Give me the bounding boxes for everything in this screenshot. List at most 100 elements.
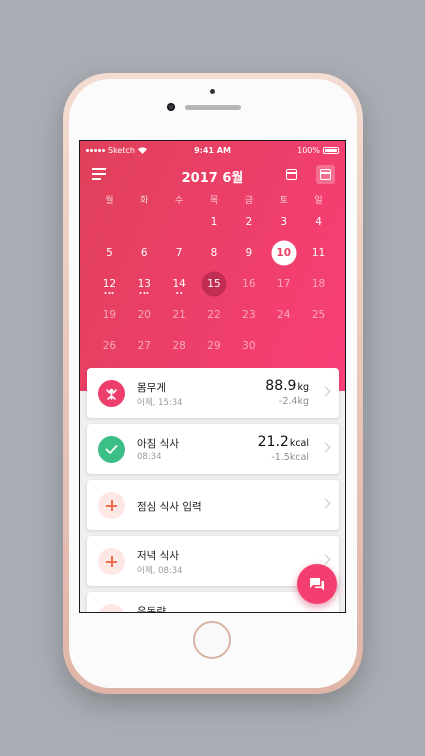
dinner-label: 저녁 식사 bbox=[137, 550, 179, 562]
plus-icon bbox=[98, 548, 125, 575]
calendar-day[interactable]: 16 bbox=[231, 268, 266, 299]
calendar-empty-cell bbox=[162, 206, 197, 237]
calendar-day[interactable]: 26 bbox=[92, 330, 127, 361]
weight-label: 몸무게 bbox=[137, 382, 166, 394]
calendar-days: 1 2 3 4 5 6 7 8 9 10 11 12 13 14 15 16 17 18 19 20 21 22 23 24 2… bbox=[92, 206, 336, 361]
calendar-day[interactable]: 30 bbox=[231, 330, 266, 361]
entry-marker-dot bbox=[176, 292, 179, 294]
calendar-day[interactable]: 5 bbox=[92, 237, 127, 268]
status-bar: Sketch 9:41 AM 100% bbox=[80, 141, 345, 161]
calendar-day[interactable]: 22 bbox=[197, 299, 232, 330]
calendar-day[interactable]: 18 bbox=[301, 268, 336, 299]
calendar-header: 2017 6월 bbox=[80, 163, 345, 187]
calendar-day[interactable]: 23 bbox=[231, 299, 266, 330]
chevron-right-icon bbox=[320, 498, 331, 509]
single-day-view-icon[interactable] bbox=[283, 166, 300, 183]
breakfast-label: 아침 식사 bbox=[137, 438, 179, 450]
lunch-label: 점심 식사 입력 bbox=[137, 501, 202, 513]
calendar-panel: Sketch 9:41 AM 100% 2017 6월 월화수목금토일 1234… bbox=[80, 141, 345, 391]
calendar-day[interactable]: 13 bbox=[127, 268, 162, 299]
weight-number: 88.9 bbox=[265, 378, 297, 394]
calendar-empty-cell bbox=[127, 206, 162, 237]
lunch-card[interactable]: 점심 식사 입력 bbox=[87, 480, 339, 530]
weekday-label: 수 bbox=[174, 196, 184, 206]
calendar-day[interactable]: 28 bbox=[162, 330, 197, 361]
calendar-day-number: 2 bbox=[245, 215, 253, 228]
calendar-day-number: 26 bbox=[102, 339, 117, 352]
plus-icon bbox=[98, 604, 125, 612]
calendar-day-number: 27 bbox=[137, 339, 151, 352]
app-screen: Sketch 9:41 AM 100% 2017 6월 월화수목금토일 1234… bbox=[79, 140, 346, 613]
calendar-day[interactable]: 20 bbox=[127, 299, 162, 330]
calendar-day[interactable]: 14 bbox=[162, 268, 197, 299]
calendar-day-number: 6 bbox=[140, 246, 148, 259]
calendar-day-number: 25 bbox=[311, 308, 326, 321]
calendar-day-number: 5 bbox=[106, 246, 113, 259]
entry-marker-dot bbox=[139, 292, 142, 294]
scale-icon bbox=[98, 380, 125, 407]
chevron-right-icon bbox=[320, 554, 331, 565]
calendar-day-number: 3 bbox=[280, 215, 288, 228]
calendar-day-number: 21 bbox=[172, 308, 186, 321]
weight-delta: -2.4kg bbox=[278, 396, 309, 407]
breakfast-card[interactable]: 아침 식사 08:34 21.2kcal -1.5kcal bbox=[87, 424, 339, 474]
check-icon bbox=[98, 436, 125, 463]
calendar-day-number: 8 bbox=[210, 246, 218, 259]
calendar-day-number: 24 bbox=[277, 308, 291, 321]
calendar-day-number: 1 bbox=[210, 215, 218, 228]
breakfast-unit: kcal bbox=[289, 438, 309, 449]
calendar-day[interactable]: 17 bbox=[266, 268, 301, 299]
calendar-day[interactable]: 6 bbox=[127, 237, 162, 268]
weekday-label: 화 bbox=[140, 196, 149, 206]
calendar-day-number: 23 bbox=[242, 308, 256, 321]
battery-percent: 100% bbox=[297, 146, 320, 155]
entry-markers bbox=[104, 292, 114, 294]
calendar-day-number: 17 bbox=[277, 277, 291, 290]
status-right: 100% bbox=[297, 146, 339, 155]
weight-value: 88.9kg bbox=[265, 378, 309, 394]
month-view-icon[interactable] bbox=[316, 165, 335, 184]
weekday-label: 토 bbox=[279, 196, 288, 206]
entry-marker-dot bbox=[143, 292, 146, 294]
calendar-day[interactable]: 8 bbox=[197, 237, 232, 268]
front-camera bbox=[167, 103, 175, 111]
entry-marker-dot bbox=[146, 292, 149, 294]
calendar-day[interactable]: 21 bbox=[162, 299, 197, 330]
calendar-day-number: 16 bbox=[242, 277, 256, 290]
weight-card[interactable]: 몸무게 어제, 15:34 88.9kg -2.4kg bbox=[87, 368, 339, 418]
chevron-right-icon bbox=[320, 386, 331, 397]
calendar-day[interactable]: 7 bbox=[162, 237, 197, 268]
weekday-label: 목 bbox=[209, 196, 219, 206]
calendar-day-number: 15 bbox=[207, 277, 221, 290]
calendar-day[interactable]: 12 bbox=[92, 268, 127, 299]
entry-markers bbox=[176, 292, 182, 294]
calendar-day-number: 9 bbox=[245, 246, 253, 259]
weekday-label: 월 bbox=[105, 196, 114, 206]
calendar-day-number: 11 bbox=[311, 246, 326, 259]
weekday-row: 월화수목금토일 bbox=[92, 193, 336, 206]
calendar-day[interactable]: 3 bbox=[266, 206, 301, 237]
chat-button[interactable] bbox=[297, 564, 337, 604]
calendar-day[interactable]: 11 bbox=[301, 237, 336, 268]
calendar-day-number: 19 bbox=[102, 308, 117, 321]
home-button[interactable] bbox=[193, 621, 231, 659]
calendar-day-selected[interactable]: 15 bbox=[197, 268, 232, 299]
calendar-day[interactable]: 4 bbox=[301, 206, 336, 237]
calendar-day[interactable]: 25 bbox=[301, 299, 336, 330]
calendar-day-today[interactable]: 10 bbox=[266, 237, 301, 268]
weight-time: 어제, 15:34 bbox=[137, 398, 183, 408]
calendar-day[interactable]: 19 bbox=[92, 299, 127, 330]
calendar-day[interactable]: 9 bbox=[231, 237, 266, 268]
calendar-day[interactable]: 29 bbox=[197, 330, 232, 361]
calendar-day[interactable]: 27 bbox=[127, 330, 162, 361]
calendar-day[interactable]: 2 bbox=[231, 206, 266, 237]
calendar-day-number: 7 bbox=[175, 246, 183, 259]
month-title[interactable]: 2017 6월 bbox=[80, 167, 345, 186]
speaker bbox=[210, 89, 215, 94]
entry-marker-dot bbox=[104, 292, 107, 294]
weekday-label: 일 bbox=[314, 196, 323, 206]
calendar-day-number: 22 bbox=[207, 308, 221, 321]
calendar-day[interactable]: 24 bbox=[266, 299, 301, 330]
calendar-day-number: 4 bbox=[315, 215, 322, 228]
calendar-day[interactable]: 1 bbox=[197, 206, 232, 237]
